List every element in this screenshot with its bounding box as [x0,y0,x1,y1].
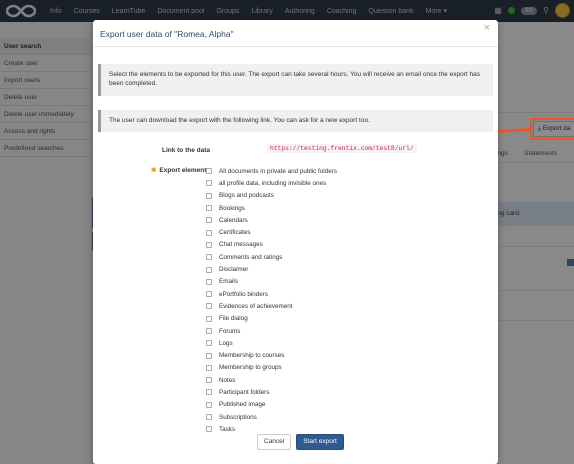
cancel-button[interactable]: Cancel [257,434,292,450]
export-option-documents[interactable]: All documents in private and public fold… [206,165,337,177]
export-elements-label-text: Export elements [159,167,210,174]
checkbox[interactable] [206,401,212,408]
export-option-emails[interactable]: Emails [206,276,337,288]
export-user-data-dialog: Export user data of "Romea, Alpha" × Sel… [93,20,498,464]
export-option-calendars[interactable]: Calendars [206,214,337,226]
export-option-subscriptions[interactable]: Subscriptions [206,411,337,423]
checkbox[interactable] [206,229,212,236]
export-option-profile-data[interactable]: all profile data, including invisible on… [206,177,337,189]
export-option-published-image[interactable]: Published image [206,399,337,411]
checkbox[interactable] [206,414,212,421]
required-icon: ✱ [150,167,157,174]
dialog-title: Export user data of "Romea, Alpha" [100,29,234,39]
close-icon[interactable]: × [484,22,490,34]
checkbox[interactable] [206,291,212,298]
checkbox[interactable] [206,364,212,371]
export-option-chat-messages[interactable]: Chat messages [206,239,337,251]
option-label: Membership to groups [219,364,282,372]
option-label: Calendars [219,216,248,224]
option-label: Logs [219,339,233,347]
option-label: Tasks [219,425,236,433]
checkbox[interactable] [206,328,212,334]
export-option-eportfolio-binders[interactable]: ePortfolio binders [206,288,337,300]
option-label: all profile data, including invisible on… [219,179,327,187]
checkbox[interactable] [206,205,212,212]
export-option-bookings[interactable]: Bookings [206,202,337,214]
export-option-blogs-podcasts[interactable]: Blogs and podcasts [206,190,337,202]
option-label: Published image [219,401,266,409]
export-option-logs[interactable]: Logs [206,337,337,349]
option-label: Chat messages [219,241,263,249]
export-option-disclaimer[interactable]: Disclaimer [206,263,337,275]
dialog-header: Export user data of "Romea, Alpha" × [93,20,498,47]
export-option-group-membership[interactable]: Membership to groups [206,362,337,374]
export-elements-checklist: All documents in private and public fold… [206,165,337,436]
download-info-message: The user can download the export with th… [98,110,493,132]
checkbox[interactable] [206,217,212,224]
option-label: Comments and ratings [219,253,283,261]
option-label: Notes [219,376,236,384]
option-label: Bookings [219,204,245,212]
export-option-certificates[interactable]: Certificates [206,226,337,238]
dialog-actions: Cancel Start export [257,434,344,450]
link-to-data-label: Link to the data [161,147,210,154]
export-elements-label: ✱ Export elements [151,166,210,174]
checkbox[interactable] [206,426,212,433]
option-label: Participant folders [219,388,270,396]
option-label: ePortfolio binders [219,290,269,298]
checkbox[interactable] [206,315,212,322]
export-option-course-membership[interactable]: Membership to courses [206,349,337,361]
option-label: Forums [219,327,241,335]
export-option-participant-folders[interactable]: Participant folders [206,386,337,398]
checkbox[interactable] [206,180,212,187]
option-label: All documents in private and public fold… [219,167,337,175]
checkbox[interactable] [206,266,212,273]
option-label: Certificates [219,229,251,237]
export-option-notes[interactable]: Notes [206,374,337,386]
option-label: Subscriptions [219,413,257,421]
highlight-frame [530,118,574,140]
export-option-file-dialog[interactable]: File dialog [206,313,337,325]
checkbox[interactable] [206,192,212,199]
checkbox[interactable] [206,340,212,347]
option-label: Evidences of achievement [219,302,293,310]
checkbox[interactable] [206,377,212,384]
export-download-link[interactable]: https://testing.frentix.com/test8/url/ [267,144,417,153]
export-info-message: Select the elements to be exported for t… [98,64,493,96]
export-option-comments-ratings[interactable]: Comments and ratings [206,251,337,263]
checkbox[interactable] [206,303,212,310]
checkbox[interactable] [206,168,212,175]
option-label: Blogs and podcasts [219,192,274,200]
export-option-evidences[interactable]: Evidences of achievement [206,300,337,312]
checkbox[interactable] [206,352,212,359]
option-label: Emails [219,278,238,286]
start-export-button[interactable]: Start export [296,434,344,450]
option-label: File dialog [219,315,248,323]
checkbox[interactable] [206,241,212,248]
checkbox[interactable] [206,278,212,285]
option-label: Disclaimer [219,266,249,274]
checkbox[interactable] [206,254,212,261]
export-option-forums[interactable]: Forums [206,325,337,337]
option-label: Membership to courses [219,352,285,360]
checkbox[interactable] [206,389,212,396]
